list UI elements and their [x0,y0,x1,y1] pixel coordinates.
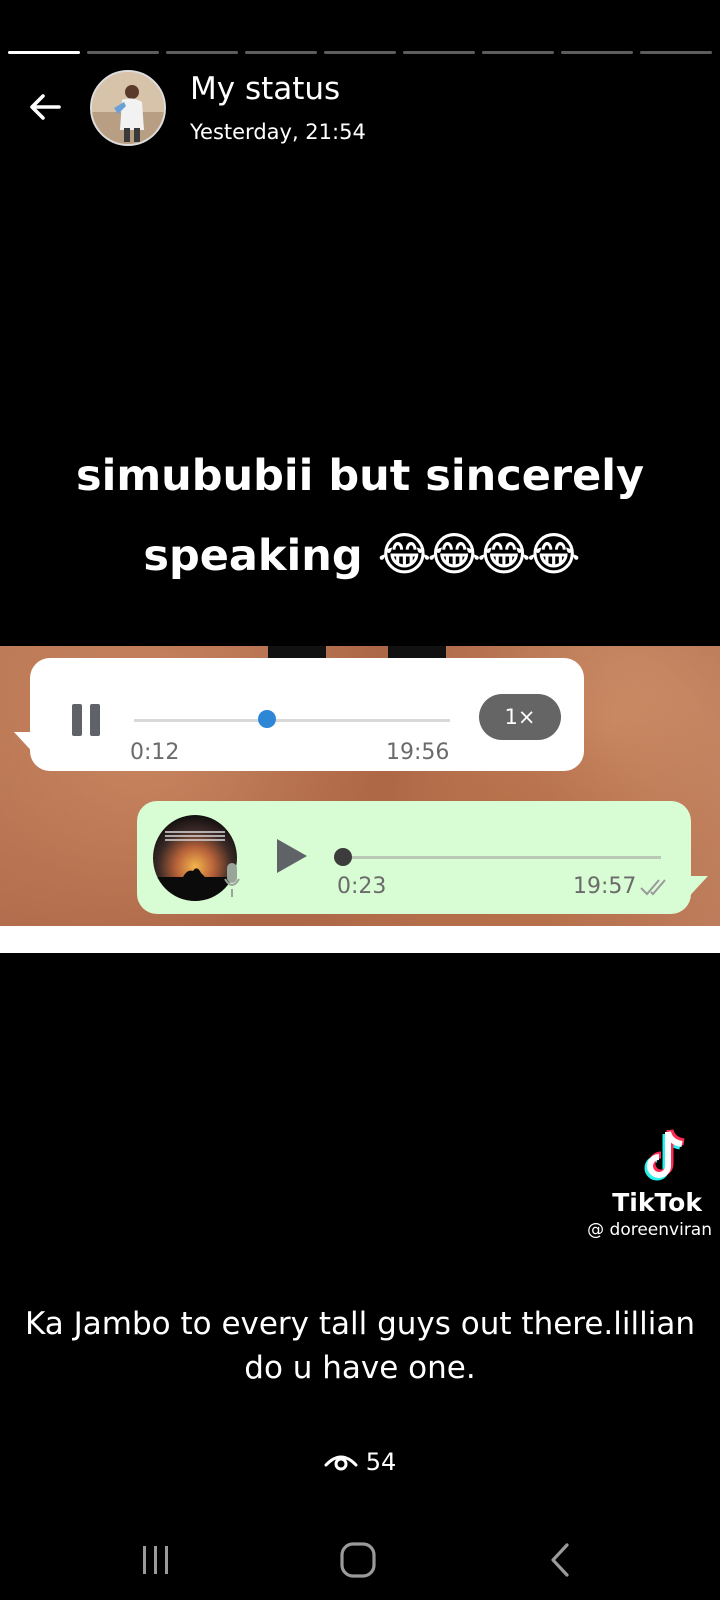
avatar-photo [92,72,164,144]
arrow-left-icon [30,94,61,120]
overlay-text: simububii but sincerely speaking 😂😂😂😂 [20,437,700,595]
status-header: My status Yesterday, 21:54 [0,68,720,146]
status-title: My status [190,71,341,107]
voice-progress-thumb [334,848,352,866]
back-button[interactable] [22,84,68,130]
home-icon [340,1542,376,1578]
status-caption: Ka Jambo to every tall guys out there.li… [25,1306,695,1386]
progress-segment [561,51,633,54]
progress-segment [324,51,396,54]
voice-progress-thumb [257,710,276,728]
voice-duration: 0:23 [337,874,387,899]
status-timestamp: Yesterday, 21:54 [190,120,366,144]
progress-segment [482,51,554,54]
voice-elapsed: 0:12 [130,740,180,765]
nav-back-button[interactable] [530,1530,590,1590]
progress-segment [8,51,80,54]
status-progress-bar [8,51,712,54]
voice-progress-track [134,719,450,722]
double-check-icon [640,879,666,896]
progress-segment [640,51,712,54]
tiktok-brand: TikTok [612,1188,702,1217]
progress-segment [403,51,475,54]
overlay-line-1: simububii but sincerely [75,451,645,501]
tiktok-logo-icon [644,1129,685,1181]
system-nav-bar [0,1520,720,1600]
pause-icon [72,704,104,736]
voice-time: 19:57 [573,874,637,899]
shoe [268,646,326,658]
eye-icon [324,1455,358,1471]
progress-segment [87,51,159,54]
avatar[interactable] [90,70,166,146]
play-icon [277,839,307,873]
incoming-voice-message: 0:12 19:56 1× [30,658,584,771]
overlay-line-2: speaking 😂😂😂😂 [20,515,700,595]
microphone-icon [224,863,240,897]
recents-icon [143,1546,168,1574]
home-button[interactable] [328,1530,388,1590]
tiktok-handle: @ doreenviran [587,1220,712,1240]
chat-input-strip [0,926,720,953]
outgoing-voice-message: 0:23 19:57 [137,801,691,914]
recents-button[interactable] [126,1530,186,1590]
overlay-line-2-text: speaking [143,531,363,581]
progress-segment [245,51,317,54]
voice-time: 19:56 [386,740,450,765]
progress-segment [166,51,238,54]
views-button[interactable]: 54 [0,1448,720,1476]
laughing-emoji-icon: 😂😂😂😂 [377,527,581,581]
playback-speed-badge: 1× [479,694,561,740]
status-media[interactable]: 0:12 19:56 1× 0:23 19:57 [0,646,720,953]
shoe [388,646,446,658]
views-count: 54 [365,1448,397,1476]
voice-progress-track [343,856,661,859]
back-icon [551,1543,569,1577]
